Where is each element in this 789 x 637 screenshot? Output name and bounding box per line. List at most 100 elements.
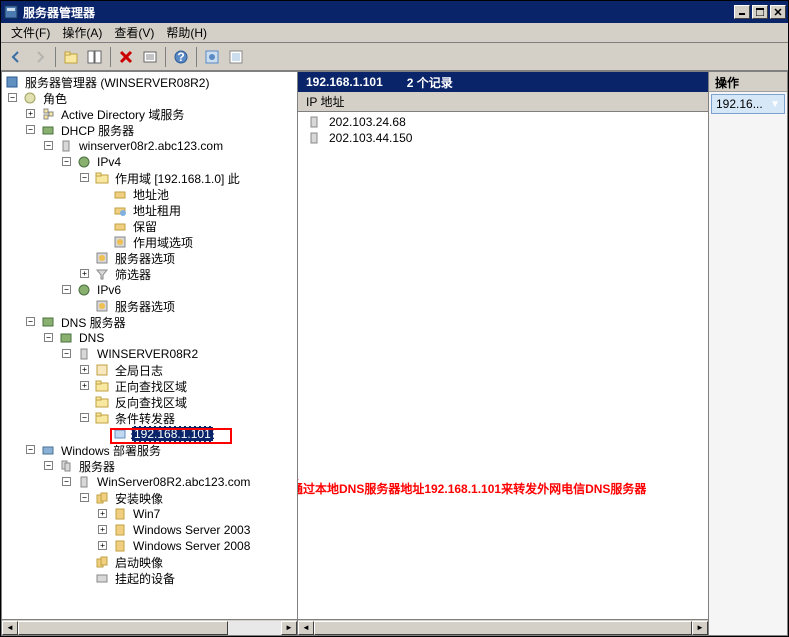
list-header-ip: 192.168.1.101 (306, 75, 383, 89)
expander-icon[interactable]: − (80, 173, 89, 182)
expander-icon[interactable]: + (80, 381, 89, 390)
list-scrollbar[interactable]: ◄ ► (298, 619, 708, 635)
action-header: 操作 (709, 72, 787, 92)
server-icon (306, 130, 322, 146)
tree-dns[interactable]: −DNS 服务器 (4, 314, 295, 330)
tree-boot-img[interactable]: 启动映像 (4, 554, 295, 570)
expander-icon[interactable]: − (62, 349, 71, 358)
back-button[interactable] (5, 46, 27, 68)
tree-ipv6-opts[interactable]: 服务器选项 (4, 298, 295, 314)
tree-roles[interactable]: − 角色 (4, 90, 295, 106)
image-icon (112, 522, 128, 538)
properties-button[interactable] (139, 46, 161, 68)
list-columns[interactable]: IP 地址 (298, 92, 708, 112)
delete-button[interactable] (115, 46, 137, 68)
scroll-left-button[interactable]: ◄ (2, 621, 18, 635)
tree-ws2008[interactable]: +Windows Server 2008 (4, 538, 295, 554)
expander-icon[interactable]: − (26, 317, 35, 326)
menu-help[interactable]: 帮助(H) (160, 22, 213, 43)
tree-wds-host[interactable]: −WinServer08R2.abc123.com (4, 474, 295, 490)
expander-icon[interactable]: − (62, 157, 71, 166)
options-2-button[interactable] (225, 46, 247, 68)
tree-win7[interactable]: +Win7 (4, 506, 295, 522)
expander-icon[interactable]: + (98, 525, 107, 534)
tree-label: 服务器选项 (113, 298, 177, 315)
tree-pending[interactable]: 挂起的设备 (4, 570, 295, 586)
list-body[interactable]: 202.103.24.68 202.103.44.150 通过本地DNS服务器地… (298, 112, 708, 619)
column-ip[interactable]: IP 地址 (306, 93, 344, 110)
tree-ad[interactable]: + Active Directory 域服务 (4, 106, 295, 122)
maximize-button[interactable] (752, 5, 768, 19)
expander-icon[interactable]: − (80, 413, 89, 422)
tree-scope-opts[interactable]: 作用域选项 (4, 234, 295, 250)
tree-filters[interactable]: +筛选器 (4, 266, 295, 282)
roles-icon (22, 90, 38, 106)
tree-selected-ip[interactable]: 192.168.1.101 (4, 426, 295, 442)
help-button[interactable]: ? (170, 46, 192, 68)
tree-label: 保留 (131, 218, 159, 235)
expander-icon[interactable]: − (8, 93, 17, 102)
up-button[interactable] (60, 46, 82, 68)
expander-icon[interactable]: − (44, 461, 53, 470)
menu-view[interactable]: 查看(V) (108, 22, 160, 43)
minimize-button[interactable] (734, 5, 750, 19)
expander-icon[interactable]: + (26, 109, 35, 118)
tree-cond-fwd[interactable]: −条件转发器 (4, 410, 295, 426)
tree-ipv4[interactable]: − IPv4 (4, 154, 295, 170)
scroll-right-button[interactable]: ► (281, 621, 297, 635)
folder-icon (94, 410, 110, 426)
scroll-left-button[interactable]: ◄ (298, 621, 314, 635)
tree-label: 安装映像 (113, 490, 165, 507)
server-icon (76, 346, 92, 362)
tree-ws2003[interactable]: +Windows Server 2003 (4, 522, 295, 538)
tree-scope[interactable]: − 作用域 [192.168.1.0] 此 (4, 170, 295, 186)
tree-server-opts[interactable]: 服务器选项 (4, 250, 295, 266)
show-hide-button[interactable] (84, 46, 106, 68)
expander-icon[interactable]: − (44, 141, 53, 150)
expander-icon[interactable]: − (80, 493, 89, 502)
menu-file[interactable]: 文件(F) (5, 22, 56, 43)
tree-fwd-zones[interactable]: + 正向查找区域 (4, 378, 295, 394)
options-1-button[interactable] (201, 46, 223, 68)
expander-icon[interactable]: − (26, 445, 35, 454)
expander-icon[interactable]: + (98, 509, 107, 518)
menu-action[interactable]: 操作(A) (56, 22, 108, 43)
tree-scrollbar[interactable]: ◄ ► (2, 619, 297, 635)
tree-wds[interactable]: −Windows 部署服务 (4, 442, 295, 458)
tree-lease[interactable]: 地址租用 (4, 202, 295, 218)
list-item[interactable]: 202.103.24.68 (302, 114, 704, 130)
tree-install-img[interactable]: − 安装映像 (4, 490, 295, 506)
tree-rev-zones[interactable]: 反向查找区域 (4, 394, 295, 410)
tree-dhcp[interactable]: − DHCP 服务器 (4, 122, 295, 138)
tree-pool[interactable]: 地址池 (4, 186, 295, 202)
expander-icon[interactable]: − (62, 285, 71, 294)
tree-label: 全局日志 (113, 362, 165, 379)
image-icon (112, 506, 128, 522)
forward-button[interactable] (29, 46, 51, 68)
ad-icon (40, 106, 56, 122)
expander-icon[interactable]: − (44, 333, 53, 342)
scroll-right-button[interactable]: ► (692, 621, 708, 635)
action-item[interactable]: 192.16... ▼ (711, 94, 785, 114)
tree-globallog[interactable]: + 全局日志 (4, 362, 295, 378)
expander-icon[interactable]: − (26, 125, 35, 134)
tree-ipv6[interactable]: −IPv6 (4, 282, 295, 298)
tree-dns-host[interactable]: −WINSERVER08R2 (4, 346, 295, 362)
tree-reserve[interactable]: 保留 (4, 218, 295, 234)
list-item[interactable]: 202.103.44.150 (302, 130, 704, 146)
server-icon (76, 474, 92, 490)
expander-icon[interactable]: + (80, 365, 89, 374)
expander-icon[interactable]: + (80, 269, 89, 278)
tree-dns-sub[interactable]: −DNS (4, 330, 295, 346)
toolbar: ? (1, 43, 788, 71)
tree-root[interactable]: 服务器管理器 (WINSERVER08R2) (4, 74, 295, 90)
tree-label: 正向查找区域 (113, 378, 189, 395)
close-button[interactable] (770, 5, 786, 19)
tree-pane[interactable]: 服务器管理器 (WINSERVER08R2) − 角色 + Active Dir… (2, 72, 298, 635)
tree-dhcp-host[interactable]: − winserver08r2.abc123.com (4, 138, 295, 154)
expander-icon[interactable]: − (62, 477, 71, 486)
list-header-count: 2 个记录 (407, 74, 453, 91)
list-item-label: 202.103.44.150 (329, 131, 412, 145)
tree-servers[interactable]: −服务器 (4, 458, 295, 474)
expander-icon[interactable]: + (98, 541, 107, 550)
